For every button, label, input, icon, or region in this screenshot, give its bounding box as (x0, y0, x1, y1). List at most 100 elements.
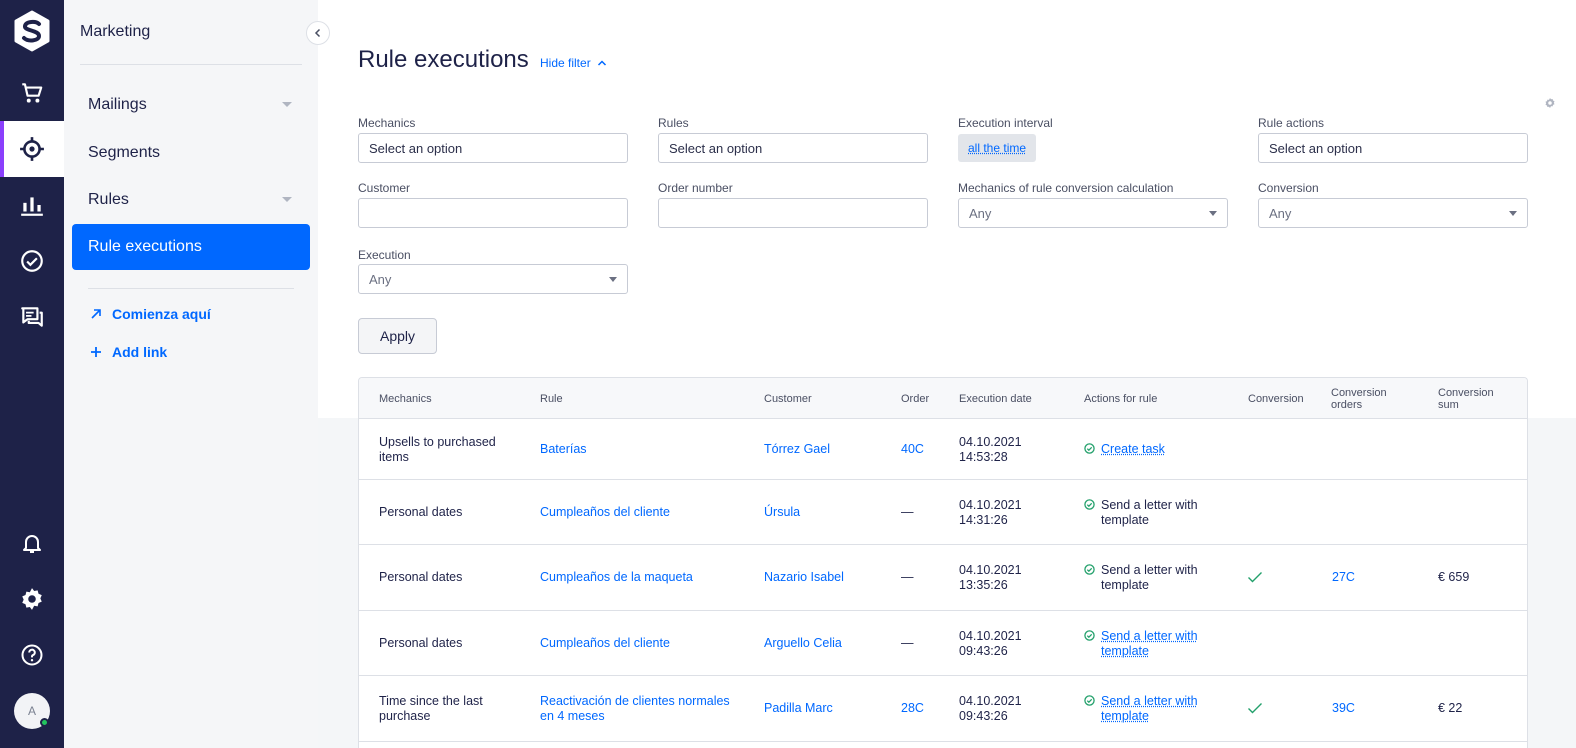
cell-customer-link[interactable]: Úrsula (764, 505, 800, 520)
cell-actions[interactable]: Send a letter with template (1084, 694, 1198, 724)
target-icon[interactable] (0, 121, 64, 177)
help-icon[interactable] (0, 627, 64, 683)
cart-icon[interactable] (0, 65, 64, 121)
cell-customer-link[interactable]: Tórrez Gael (764, 442, 830, 457)
cell-execution-date: 04.10.2021 14:53:28 (959, 435, 1022, 464)
cell-conversion-sum: € 659 (1438, 570, 1470, 584)
cell-order: — (901, 505, 914, 519)
table-row[interactable]: Upsells to purchased items Baterías Tórrez … (359, 419, 1527, 480)
chat-icon[interactable] (0, 289, 64, 345)
table-settings-icon[interactable] (1544, 96, 1556, 114)
order-number-input[interactable] (658, 198, 928, 228)
cell-customer-link[interactable]: Nazario Isabel (764, 570, 844, 585)
cell-conversion-sum: € 22 (1438, 701, 1463, 715)
cell-mechanics: Time since the last purchase (379, 694, 483, 723)
cell-order[interactable]: 40C (901, 442, 924, 457)
cell-conversion-orders[interactable]: 27C (1332, 570, 1355, 585)
cell-actions[interactable]: Send a letter with template (1084, 629, 1198, 659)
customer-input[interactable] (358, 198, 628, 228)
success-check-icon (1084, 499, 1095, 528)
sidebar-link-comienza-aqui[interactable]: Comienza aquí (88, 306, 211, 322)
page-title: Rule executions (358, 46, 529, 73)
table-row[interactable]: Personal dates Cumpleaños de la maqueta Na… (359, 545, 1527, 611)
collapse-sidebar-button[interactable] (306, 21, 330, 45)
avatar[interactable]: A (14, 693, 50, 729)
mechanics-select[interactable]: Select an option (358, 133, 628, 163)
chevron-up-icon (597, 60, 606, 66)
cell-rule-link[interactable]: Baterías (540, 442, 587, 457)
rule-actions-select[interactable]: Select an option (1258, 133, 1528, 163)
cell-actions[interactable]: Create task (1084, 442, 1165, 458)
column-header-order[interactable]: Order (901, 393, 929, 405)
cell-actions: Send a letter with template (1084, 498, 1198, 528)
success-check-icon (1084, 695, 1095, 724)
sidebar-item-mailings[interactable]: Mailings (72, 82, 310, 128)
success-check-icon (1084, 630, 1095, 659)
cell-rule-link[interactable]: Cumpleaños del cliente (540, 505, 670, 520)
execution-interval-label: Execution interval (958, 116, 1053, 130)
sidebar-item-segments[interactable]: Segments (72, 130, 310, 176)
rules-select[interactable]: Select an option (658, 133, 928, 163)
conversion-select[interactable]: Any (1258, 198, 1528, 228)
success-check-icon (1084, 564, 1095, 593)
settings-icon[interactable] (0, 571, 64, 627)
column-header-conversion-sum[interactable]: Conversion sum (1438, 387, 1494, 411)
icon-rail: A (0, 0, 64, 748)
cell-rule-link[interactable]: Cumpleaños de la maqueta (540, 570, 693, 585)
cell-order: — (901, 570, 914, 584)
cell-conversion-orders[interactable]: 39C (1332, 701, 1355, 716)
table-row[interactable]: Time since the last purchase Reactivación … (359, 676, 1527, 742)
cell-execution-date: 04.10.2021 14:31:26 (959, 498, 1022, 527)
cell-customer-link[interactable]: Padilla Marc (764, 701, 833, 716)
mechanics-conversion-label: Mechanics of rule conversion calculation (958, 181, 1174, 195)
rules-label: Rules (658, 116, 689, 130)
cell-rule-link[interactable]: Cumpleaños del cliente (540, 636, 670, 651)
chevron-left-icon (314, 28, 321, 38)
online-status-dot (40, 718, 49, 727)
execution-label: Execution (358, 248, 411, 262)
cell-execution-date: 04.10.2021 13:35:26 (959, 563, 1022, 592)
bell-icon[interactable] (0, 515, 64, 571)
sidebar-item-rule-executions[interactable]: Rule executions (72, 224, 310, 270)
analytics-icon[interactable] (0, 177, 64, 233)
secondary-sidebar: Marketing Mailings Segments Rules Rule e… (64, 0, 318, 748)
sidebar-section-title: Marketing (80, 23, 151, 40)
chevron-down-icon (282, 102, 292, 107)
column-header-conversion-orders[interactable]: Conversion orders (1331, 387, 1387, 411)
hide-filter-toggle[interactable]: Hide filter (540, 56, 607, 70)
apply-button[interactable]: Apply (358, 318, 437, 354)
column-header-conversion[interactable]: Conversion (1248, 393, 1304, 405)
column-header-mechanics[interactable]: Mechanics (379, 393, 432, 405)
cell-execution-date: 04.10.2021 09:43:26 (959, 694, 1022, 723)
order-number-label: Order number (658, 181, 733, 195)
column-header-execution-date[interactable]: Execution date (959, 393, 1032, 405)
column-header-customer[interactable]: Customer (764, 393, 812, 405)
cell-mechanics: Personal dates (379, 636, 463, 650)
divider (80, 64, 302, 65)
plus-icon (88, 346, 104, 358)
table-row[interactable]: Personal dates Cumpleaños del cliente Argu… (359, 611, 1527, 676)
cell-rule-link[interactable]: Reactivación de clientes normales en 4 me… (540, 694, 730, 724)
chevron-down-icon (282, 197, 292, 202)
table-row[interactable]: Personal dates Cumpleaños del cliente Úrsu… (359, 480, 1527, 545)
execution-interval-chip[interactable]: all the time (958, 134, 1037, 162)
customer-label: Customer (358, 181, 411, 195)
execution-select[interactable]: Any (358, 264, 628, 294)
mechanics-conversion-select[interactable]: Any (958, 198, 1228, 228)
executions-table: Mechanics Rule Customer Order Execution … (358, 377, 1528, 748)
logo-icon[interactable] (12, 10, 52, 52)
cell-execution-date: 04.10.2021 09:43:26 (959, 629, 1022, 658)
conversion-label: Conversion (1258, 181, 1319, 195)
cell-order: — (901, 636, 914, 650)
column-header-rule[interactable]: Rule (540, 393, 563, 405)
cell-customer-link[interactable]: Arguello Celia (764, 636, 842, 651)
cell-mechanics: Personal dates (379, 505, 463, 519)
cell-order[interactable]: 28C (901, 701, 924, 716)
sidebar-item-rules[interactable]: Rules (72, 177, 310, 223)
rule-actions-label: Rule actions (1258, 116, 1325, 130)
tasks-icon[interactable] (0, 233, 64, 289)
success-check-icon (1084, 443, 1095, 458)
column-header-actions[interactable]: Actions for rule (1084, 393, 1157, 405)
sidebar-link-add-link[interactable]: Add link (88, 344, 167, 360)
arrow-up-right-icon (88, 308, 104, 320)
